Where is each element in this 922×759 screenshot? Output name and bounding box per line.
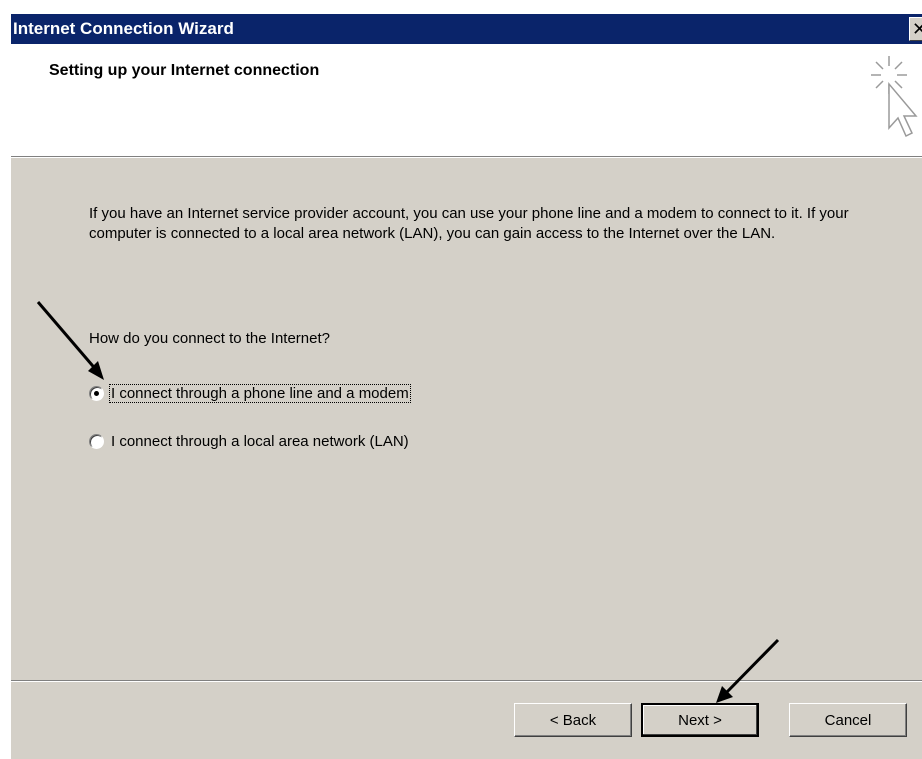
description-text: If you have an Internet service provider… <box>89 205 849 242</box>
close-icon: ✕ <box>912 19 922 40</box>
radio-button-lan[interactable] <box>89 433 104 449</box>
cancel-button[interactable]: Cancel <box>789 703 907 737</box>
question-label: How do you connect to the Internet? <box>89 330 330 347</box>
option-phone-modem[interactable]: I connect through a phone line and a mod… <box>89 382 411 404</box>
option-lan[interactable]: I connect through a local area network (… <box>89 430 410 452</box>
page-title: Setting up your Internet connection <box>49 62 320 79</box>
radio-button-phone[interactable] <box>89 385 104 401</box>
radio-selected-dot <box>94 390 99 396</box>
window-title: Internet Connection Wizard <box>13 19 234 38</box>
wizard-header: Setting up your Internet connection <box>11 44 922 157</box>
title-bar[interactable]: Internet Connection Wizard ✕ <box>11 14 922 44</box>
next-button[interactable]: Next > <box>641 703 759 737</box>
wizard-window: Internet Connection Wizard ✕ Setting up … <box>10 14 922 759</box>
back-button[interactable]: < Back <box>514 703 632 737</box>
button-bar-divider <box>11 680 922 682</box>
header-divider <box>11 157 922 158</box>
close-button[interactable]: ✕ <box>909 17 922 41</box>
wizard-cursor-sparkle-icon <box>871 56 918 138</box>
option-phone-label[interactable]: I connect through a phone line and a mod… <box>109 383 411 403</box>
option-lan-label[interactable]: I connect through a local area network (… <box>110 433 410 450</box>
